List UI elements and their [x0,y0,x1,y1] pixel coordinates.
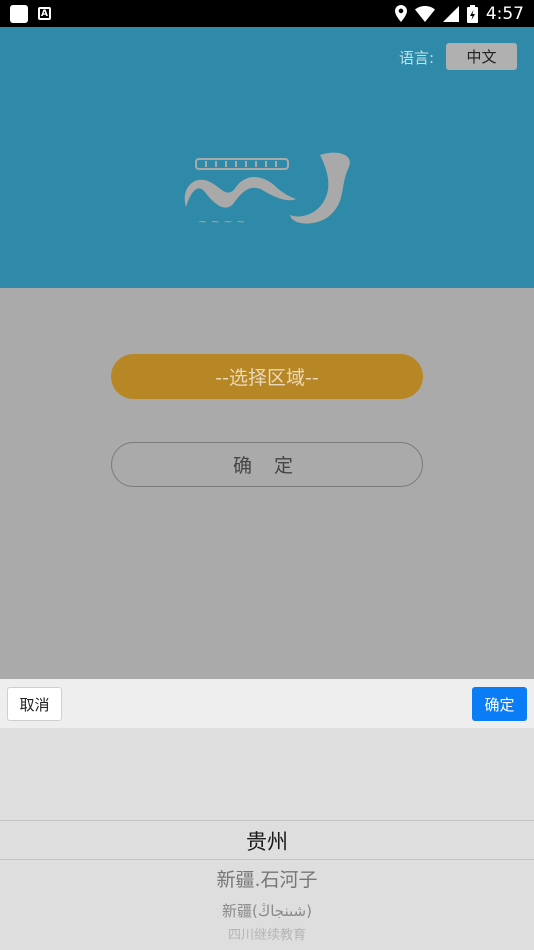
status-right: 4:57 [394,3,524,24]
language-label: 语言: [398,49,434,67]
app-notification-icon: A [38,7,51,20]
confirm-button[interactable]: 确 定 [111,442,423,487]
select-region-button[interactable]: --选择区域-- [111,354,423,399]
location-icon [394,5,407,22]
picker-wheel[interactable]: 贵州 新疆.石河子 新疆(شىنجاڭ) 四川继续教育 [0,728,534,950]
picker-option-selected[interactable]: 贵州 [0,826,534,856]
battery-icon [466,4,478,23]
picker-confirm-button[interactable]: 确定 [472,687,527,721]
status-time: 4:57 [485,3,524,24]
selection-bottom-line [0,859,534,860]
header-banner: 语言: 中文 ~ ~ ~ ~ [0,27,534,288]
picker-option[interactable]: 新疆.石河子 [0,865,534,892]
picker-option[interactable]: 四川继续教育 [0,924,534,943]
signal-icon [442,5,459,22]
language-select[interactable]: 中文 [446,43,517,70]
picker-toolbar: 取消 确定 [0,679,534,728]
region-picker: 取消 确定 贵州 新疆.石河子 新疆(شىنجاڭ) 四川继续教育 [0,679,534,950]
picker-cancel-button[interactable]: 取消 [7,687,62,721]
status-bar: A 4:57 [0,0,534,27]
app-logo: ~ ~ ~ ~ [184,152,350,227]
status-left: A [10,4,51,23]
picker-option[interactable]: 新疆(شىنجاڭ) [0,900,534,921]
notification-icon [10,4,28,23]
wifi-icon [414,5,435,22]
selection-top-line [0,820,534,821]
svg-text:~ ~ ~ ~: ~ ~ ~ ~ [198,215,245,227]
